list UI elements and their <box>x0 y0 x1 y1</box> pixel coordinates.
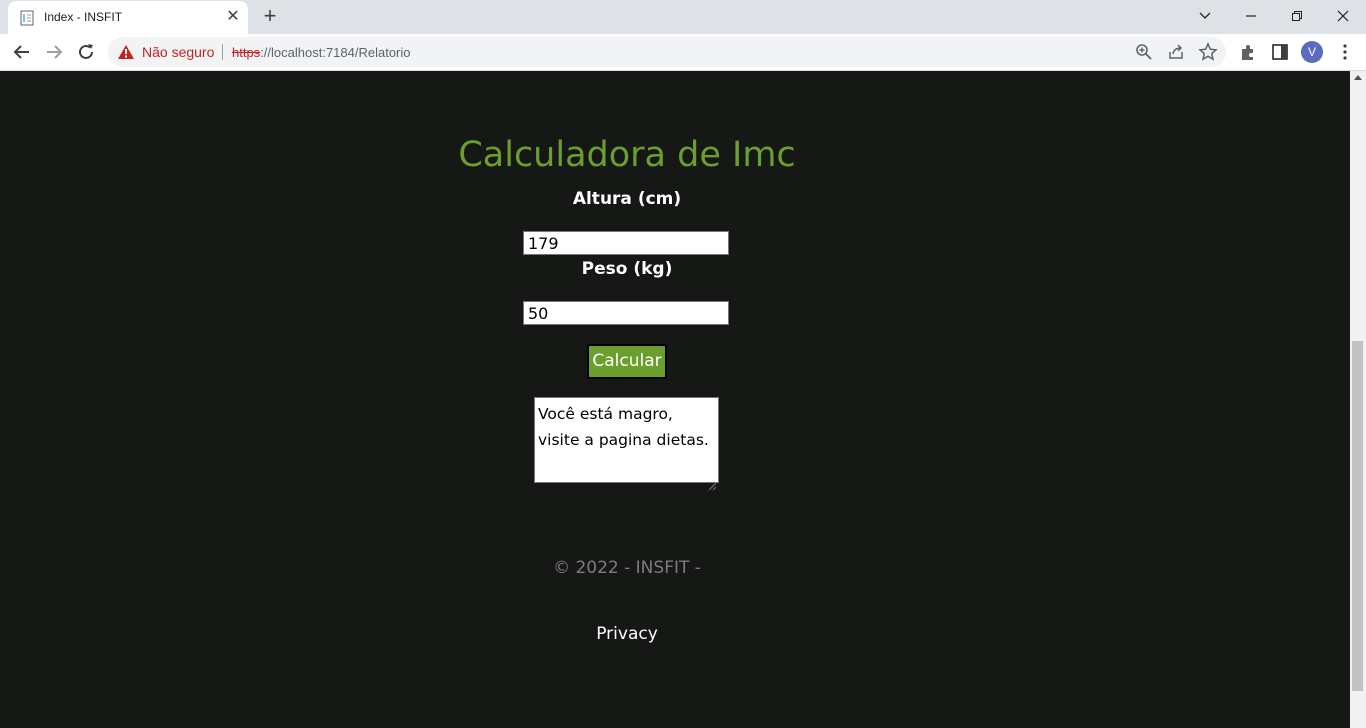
scrollbar[interactable] <box>1350 71 1366 728</box>
weight-input[interactable]: 50 <box>523 301 729 325</box>
reload-icon[interactable] <box>72 38 100 66</box>
url-text[interactable]: https://localhost:7184/Relatorio <box>232 45 411 60</box>
resize-handle[interactable] <box>708 472 717 491</box>
url-scheme: https <box>232 45 261 60</box>
security-label[interactable]: Não seguro <box>142 44 214 60</box>
warning-icon <box>118 45 134 59</box>
separator <box>222 44 223 60</box>
url-rest: ://localhost:7184/Relatorio <box>260 45 411 60</box>
height-label: Altura (cm) <box>572 189 682 209</box>
restore-icon[interactable] <box>1274 0 1320 32</box>
forward-icon[interactable] <box>40 38 68 66</box>
tab-active[interactable]: Index - INSFIT ✕ <box>8 1 248 34</box>
minimize-icon[interactable] <box>1228 0 1274 32</box>
result-text: Você está magro, visite a pagina dietas. <box>538 405 709 449</box>
avatar[interactable]: V <box>1301 41 1323 63</box>
menu-icon[interactable] <box>1333 40 1357 64</box>
height-input[interactable]: 179 <box>523 231 729 255</box>
weight-label: Peso (kg) <box>581 259 673 279</box>
window-close-icon[interactable] <box>1320 0 1366 32</box>
address-bar[interactable]: Não seguro https://localhost:7184/Relato… <box>108 37 1226 67</box>
result-textarea[interactable]: Você está magro, visite a pagina dietas. <box>534 397 719 491</box>
browser-toolbar: Não seguro https://localhost:7184/Relato… <box>0 34 1366 71</box>
scroll-up-arrow[interactable] <box>1354 75 1362 80</box>
star-icon[interactable] <box>1198 42 1218 62</box>
tab-title: Index - INSFIT <box>44 10 123 24</box>
page-content: Calculadora de Imc Altura (cm) 179 Peso … <box>0 71 1350 728</box>
tab-strip: Index - INSFIT ✕ + <box>0 0 1366 34</box>
calculate-button[interactable]: Calcular <box>587 344 667 379</box>
extensions-icon[interactable] <box>1236 40 1260 64</box>
chevron-down-icon[interactable] <box>1182 0 1228 32</box>
footer-text: © 2022 - INSFIT - <box>553 558 701 578</box>
side-panel-icon[interactable] <box>1268 40 1292 64</box>
page-icon <box>20 10 34 26</box>
privacy-link[interactable]: Privacy <box>0 624 1254 644</box>
back-icon[interactable] <box>8 38 36 66</box>
close-icon[interactable]: ✕ <box>224 8 242 26</box>
share-icon[interactable] <box>1166 42 1186 62</box>
page-title: Calculadora de Imc <box>458 135 796 175</box>
scroll-thumb[interactable] <box>1352 341 1363 691</box>
zoom-icon[interactable] <box>1134 42 1154 62</box>
plus-icon[interactable]: + <box>258 5 282 29</box>
